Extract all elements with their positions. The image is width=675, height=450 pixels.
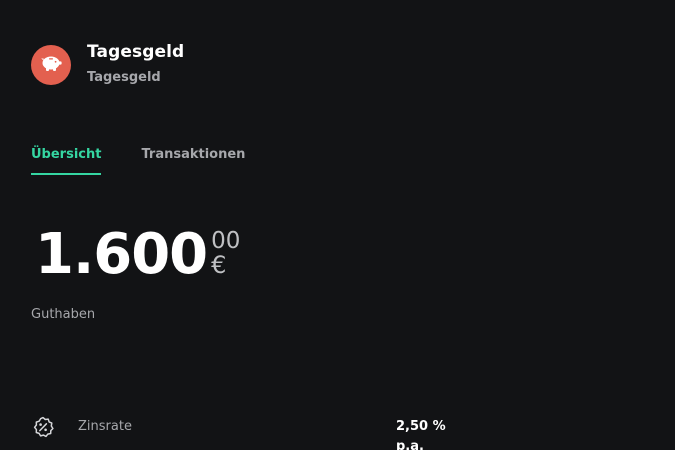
balance-cents: 00	[211, 228, 241, 254]
balance-fraction: 00 €	[211, 229, 240, 278]
account-header: Tagesgeld Tagesgeld	[31, 42, 184, 88]
balance-currency: €	[211, 251, 227, 279]
account-header-text: Tagesgeld Tagesgeld	[87, 40, 184, 88]
tab-transactions[interactable]: Transaktionen	[141, 145, 245, 175]
account-detail-page: Tagesgeld Tagesgeld Übersicht Transaktio…	[0, 0, 675, 450]
balance-display: 1.600 00 €	[35, 222, 240, 288]
balance-label: Guthaben	[31, 307, 96, 322]
interest-rate-label: Zinsrate	[78, 419, 132, 434]
account-subtitle: Tagesgeld	[87, 70, 161, 85]
tab-bar: Übersicht Transaktionen	[31, 145, 245, 175]
interest-rate-row: Zinsrate 2,50 % p.a.	[31, 415, 471, 450]
percent-badge-icon	[32, 416, 54, 438]
piggy-bank-icon	[39, 53, 63, 77]
account-avatar	[31, 45, 71, 85]
interest-rate-value: 2,50 % p.a.	[396, 419, 446, 450]
account-title: Tagesgeld	[87, 42, 185, 62]
tab-overview[interactable]: Übersicht	[31, 145, 102, 175]
balance-amount: 1.600	[35, 222, 208, 287]
